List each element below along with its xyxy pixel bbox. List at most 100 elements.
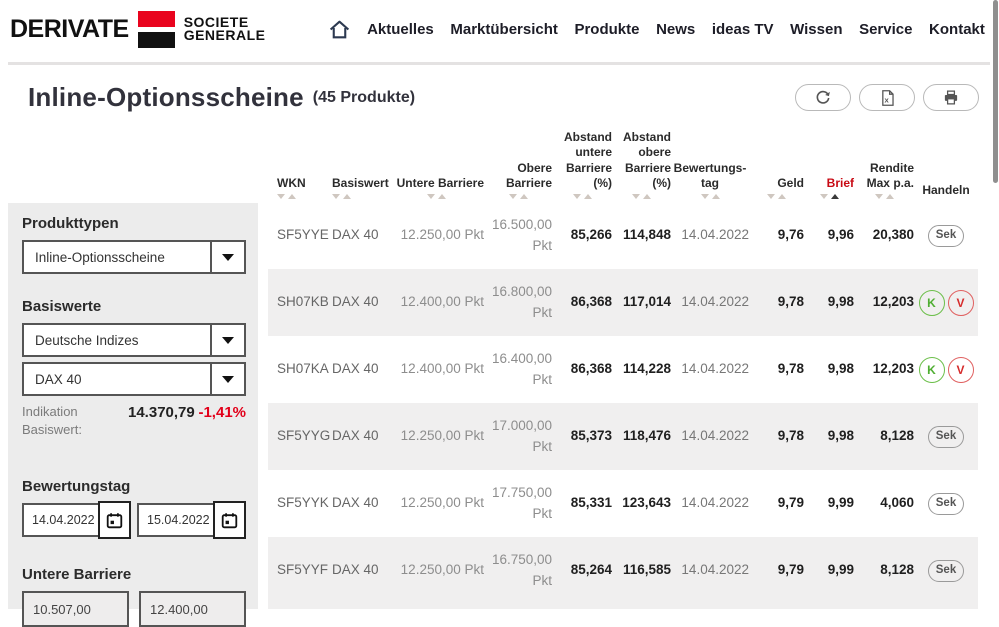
abstand-obere-cell: 117,014 [612,292,671,312]
sek-trade-badge[interactable]: Sek [928,426,964,448]
sek-trade-badge[interactable]: Sek [928,493,964,515]
scrollbar-thumb[interactable] [993,0,998,183]
bewertungstag-cell: 14.04.2022 [671,225,749,245]
refresh-button[interactable] [795,84,851,111]
produkttypen-select[interactable]: Inline-Optionsscheine [22,240,246,274]
nav-item-marktuebersicht[interactable]: Marktübersicht [450,21,558,38]
brief-cell: 9,99 [804,493,854,513]
abstand-untere-cell: 85,373 [552,426,612,446]
produkttypen-heading: Produkttypen [22,215,246,232]
calendar-button[interactable] [98,501,131,539]
table-header: WKN Basiswert Untere Barriere Obere Barr… [268,135,978,202]
abstand-obere-cell: 114,848 [612,225,671,245]
societe-generale-logo-icon [138,11,175,48]
kauf-badge[interactable]: K [919,290,945,316]
wkn-cell[interactable]: SF5YYK [268,493,323,513]
basiswert-selected-value: DAX 40 [24,364,210,394]
column-header-brief-sorted[interactable]: Brief [804,176,854,199]
bewertungstag-cell: 14.04.2022 [671,426,749,446]
column-header-abstand-untere[interactable]: Abstand untere Barriere (%) [552,130,612,199]
nav-item-news[interactable]: News [656,21,695,38]
column-header-rendite[interactable]: Rendite Max p.a. [854,161,914,199]
brief-cell: 9,98 [804,359,854,379]
home-icon[interactable] [328,19,351,40]
column-header-abstand-obere[interactable]: Abstand obere Barriere (%) [612,130,671,199]
rendite-cell: 8,128 [854,426,914,446]
kauf-badge[interactable]: K [919,357,945,383]
basiswert-cell: DAX 40 [323,359,388,379]
refresh-icon [814,89,832,107]
brand-logo[interactable]: DERIVATE SOCIETE GENERALE [10,11,266,48]
brief-cell: 9,96 [804,225,854,245]
geld-cell: 9,76 [749,225,804,245]
date-from-input[interactable]: 14.04.2022 [22,503,98,537]
obere-barriere-cell: 17.750,00 Pkt [484,483,552,524]
filter-basiswerte: Basiswerte Deutsche Indizes DAX 40 Indik… [22,298,246,439]
obere-barriere-cell: 17.000,00 Pkt [484,416,552,457]
basiswert-select[interactable]: DAX 40 [22,362,246,396]
basiswert-group-selected-value: Deutsche Indizes [24,325,210,355]
rendite-cell: 20,380 [854,225,914,245]
table-row[interactable]: SH07KA DAX 40 12.400,00 Pkt 16.400,00 Pk… [268,336,978,403]
basiswerte-heading: Basiswerte [22,298,246,315]
table-row[interactable]: SF5YYF DAX 40 12.250,00 Pkt 16.750,00 Pk… [268,537,978,604]
abstand-obere-cell: 114,228 [612,359,671,379]
nav-item-produkte[interactable]: Produkte [574,21,639,38]
wkn-cell[interactable]: SF5YYE [268,225,323,245]
calendar-button[interactable] [213,501,246,539]
column-header-basiswert[interactable]: Basiswert [323,176,388,199]
brief-cell: 9,98 [804,292,854,312]
column-header-untere-barriere[interactable]: Untere Barriere [388,176,484,199]
verkauf-badge[interactable]: V [948,290,974,316]
indication-row: Indikation Basiswert: 14.370,79 -1,41% [22,403,246,439]
page-title: Inline-Optionsscheine [28,82,304,113]
rendite-cell: 8,128 [854,560,914,580]
untere-barriere-min-input[interactable]: 10.507,00 [22,591,129,627]
geld-cell: 9,79 [749,560,804,580]
nav-item-aktuelles[interactable]: Aktuelles [367,21,434,38]
print-icon [942,89,960,106]
abstand-untere-cell: 86,368 [552,292,612,312]
filter-untere-barriere: Untere Barriere 10.507,00 12.400,00 [22,566,246,627]
basiswert-cell: DAX 40 [323,493,388,513]
filter-produkttypen: Produkttypen Inline-Optionsscheine [22,215,246,274]
nav-item-service[interactable]: Service [859,21,912,38]
geld-cell: 9,78 [749,426,804,446]
verkauf-badge[interactable]: V [948,357,974,383]
nav-item-ideas-tv[interactable]: ideas TV [712,21,774,38]
column-header-bewertungstag[interactable]: Bewertungs-tag [671,161,749,199]
sek-trade-badge[interactable]: Sek [928,225,964,247]
product-count: (45 Produkte) [313,89,415,107]
excel-export-button[interactable]: x [859,84,915,111]
bewertungstag-heading: Bewertungstag [22,478,246,495]
societe-generale-wordmark: SOCIETE GENERALE [184,16,266,43]
column-header-obere-barriere[interactable]: Obere Barriere [484,161,552,199]
print-button[interactable] [923,84,979,111]
main-nav: Aktuelles Marktübersicht Produkte News i… [328,19,986,40]
page-scrollbar[interactable] [992,0,999,609]
indication-label: Indikation Basiswert: [22,403,106,439]
untere-barriere-cell: 12.250,00 Pkt [388,560,484,580]
bewertungstag-cell: 14.04.2022 [671,560,749,580]
table-row[interactable]: SH07KB DAX 40 12.400,00 Pkt 16.800,00 Pk… [268,269,978,336]
obere-barriere-cell: 16.750,00 Pkt [484,550,552,591]
table-row[interactable]: SF5YYE DAX 40 12.250,00 Pkt 16.500,00 Pk… [268,202,978,269]
basiswert-group-select[interactable]: Deutsche Indizes [22,323,246,357]
column-header-geld[interactable]: Geld [749,176,804,199]
date-to-group: 15.04.2022 [137,503,246,539]
wkn-cell[interactable]: SH07KA [268,359,323,379]
sek-trade-badge[interactable]: Sek [928,560,964,582]
date-to-input[interactable]: 15.04.2022 [137,503,213,537]
nav-item-kontakt[interactable]: Kontakt [929,21,985,38]
wkn-cell[interactable]: SF5YYG [268,426,323,446]
wkn-cell[interactable]: SF5YYF [268,560,323,580]
table-row[interactable]: SF5YYK DAX 40 12.250,00 Pkt 17.750,00 Pk… [268,470,978,537]
wkn-cell[interactable]: SH07KB [268,292,323,312]
untere-barriere-max-input[interactable]: 12.400,00 [139,591,246,627]
calendar-icon [221,512,238,529]
column-header-wkn[interactable]: WKN [268,176,323,199]
nav-item-wissen[interactable]: Wissen [790,21,842,38]
table-row[interactable]: SF5YYG DAX 40 12.250,00 Pkt 17.000,00 Pk… [268,403,978,470]
derivate-wordmark: DERIVATE [10,15,129,44]
date-from-group: 14.04.2022 [22,503,131,539]
